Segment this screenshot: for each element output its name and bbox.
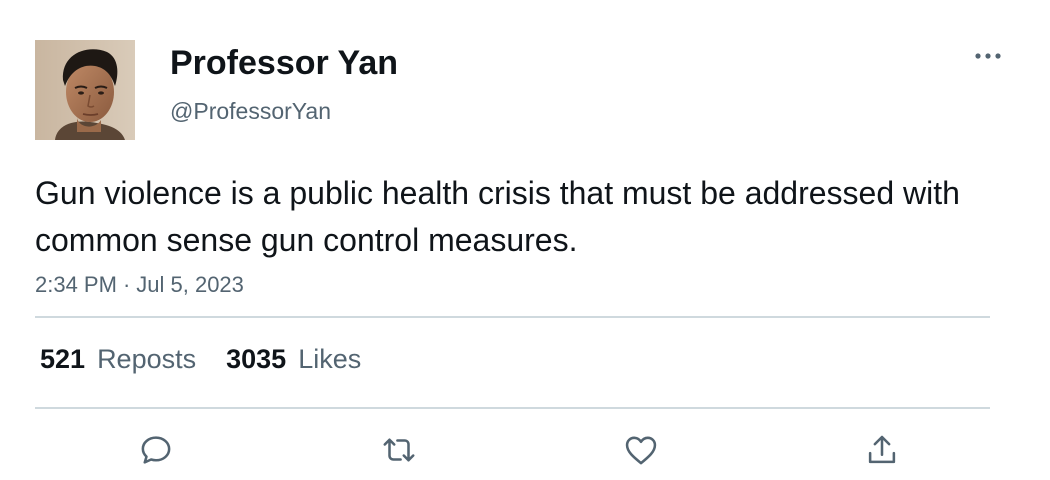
reply-button[interactable] [136, 430, 176, 470]
likes-label: Likes [298, 344, 362, 374]
like-button[interactable] [621, 430, 661, 470]
display-name[interactable]: Professor Yan [170, 42, 398, 84]
reposts-label: Reposts [97, 344, 197, 374]
tweet-text: Gun violence is a public health crisis t… [35, 175, 960, 258]
reply-icon [141, 436, 171, 464]
more-horizontal-icon [975, 53, 1001, 59]
tweet-time: 2:34 PM [35, 272, 117, 297]
avatar-photo [35, 40, 135, 140]
share-button[interactable] [862, 430, 902, 470]
repost-icon [383, 438, 415, 462]
reposts-stat[interactable]: 521 Reposts [40, 342, 196, 376]
reposts-count: 521 [40, 344, 86, 374]
heart-icon [625, 436, 657, 465]
likes-count: 3035 [226, 344, 287, 374]
user-handle[interactable]: @ProfessorYan [170, 96, 331, 126]
avatar[interactable] [35, 40, 135, 140]
more-options-button[interactable] [970, 42, 1006, 70]
tweet-timestamp[interactable]: 2:34 PM · Jul 5, 2023 [35, 270, 244, 300]
timestamp-separator: · [122, 272, 131, 297]
engagement-stats: 521 Reposts 3035 Likes [40, 342, 361, 376]
tweet-date: Jul 5, 2023 [136, 272, 244, 297]
divider [35, 407, 990, 409]
share-icon [868, 435, 896, 464]
repost-button[interactable] [379, 430, 419, 470]
divider [35, 316, 990, 318]
likes-stat[interactable]: 3035 Likes [226, 342, 361, 376]
